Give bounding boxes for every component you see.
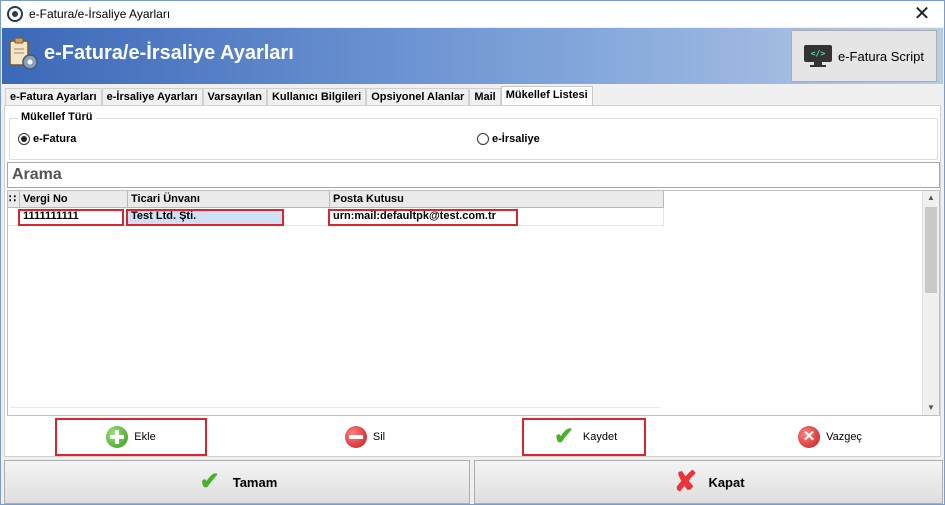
x-icon: ✕ — [798, 426, 821, 448]
ok-label: Tamam — [232, 474, 278, 490]
scroll-thumb[interactable] — [925, 207, 937, 293]
radio-efatura-indicator[interactable] — [18, 133, 30, 145]
efatura-script-label: e-Fatura Script — [838, 48, 924, 64]
cell-posta-kutusu[interactable]: urn:mail:defaultpk@test.com.tr — [328, 208, 664, 226]
column-header-ticari-unvan[interactable]: Ticari Ünvanı — [128, 191, 330, 208]
delete-button[interactable]: Sil — [305, 418, 425, 456]
save-button[interactable]: ✔ Kaydet — [522, 418, 646, 456]
efatura-script-button[interactable]: </> e-Fatura Script — [791, 30, 937, 82]
radio-eirsaliye[interactable]: e-İrsaliye — [477, 133, 540, 145]
scroll-down-icon[interactable]: ▼ — [923, 401, 939, 415]
scroll-up-icon[interactable]: ▲ — [923, 191, 939, 205]
cancel-label: Vazgeç — [826, 431, 862, 443]
plus-icon — [106, 426, 129, 448]
monitor-code-icon: </> — [804, 45, 832, 67]
x-icon: ✘ — [673, 466, 698, 497]
tab-mukellef-listesi[interactable]: Mükellef Listesi — [500, 86, 593, 107]
delete-label: Sil — [372, 431, 386, 443]
vertical-scrollbar[interactable]: ▲ ▼ — [922, 191, 939, 415]
radio-efatura[interactable]: e-Fatura — [18, 133, 76, 145]
taxpayer-grid: ∷ Vergi No Ticari Ünvanı Posta Kutusu 11… — [7, 190, 940, 416]
save-label: Kaydet — [582, 431, 618, 443]
column-header-vergi-no[interactable]: Vergi No — [20, 191, 128, 208]
header-banner: e-Fatura/e-İrsaliye Ayarları </> e-Fatur… — [2, 28, 943, 84]
column-header-posta-kutusu[interactable]: Posta Kutusu — [330, 191, 664, 208]
search-box[interactable]: Arama — [7, 162, 940, 188]
main-window: e-Fatura/e-İrsaliye Ayarları ✕ e-Fatura/… — [0, 0, 945, 505]
row-indicator-header: ∷ — [8, 191, 20, 208]
taxpayer-type-group: Mükellef Türü e-Fatura e-İrsaliye — [9, 111, 938, 160]
cell-ticari-unvan[interactable]: Test Ltd. Şti. — [126, 208, 330, 226]
title-bar: e-Fatura/e-İrsaliye Ayarları ✕ — [1, 1, 944, 27]
page-title: e-Fatura/e-İrsaliye Ayarları — [44, 42, 294, 64]
window-title: e-Fatura/e-İrsaliye Ayarları — [29, 7, 171, 21]
check-icon: ✔ — [553, 423, 574, 450]
close-icon[interactable]: ✕ — [908, 3, 936, 25]
cell-vergi-no[interactable]: 1111111111 — [18, 208, 128, 226]
add-label: Ekle — [134, 431, 156, 443]
close-label: Kapat — [708, 474, 745, 490]
ok-button[interactable]: ✔ Tamam — [4, 460, 470, 504]
close-button[interactable]: ✘ Kapat — [474, 460, 943, 504]
table-row[interactable]: 1111111111 Test Ltd. Şti. urn:mail:defau… — [8, 208, 664, 226]
cancel-button[interactable]: ✕ Vazgeç — [765, 418, 895, 456]
radio-efatura-label: e-Fatura — [33, 133, 77, 145]
app-icon — [7, 6, 23, 22]
radio-eirsaliye-indicator[interactable] — [477, 133, 489, 145]
tab-panel: Mükellef Türü e-Fatura e-İrsaliye Arama … — [4, 105, 941, 457]
minus-icon — [344, 426, 367, 448]
radio-eirsaliye-label: e-İrsaliye — [492, 133, 540, 145]
grid-actions: Ekle Sil ✔ Kaydet ✕ Vazgeç — [5, 418, 940, 456]
settings-icon — [9, 37, 38, 70]
check-icon: ✔ — [199, 468, 220, 495]
tab-strip: e-Fatura Ayarları e-İrsaliye Ayarları Va… — [5, 86, 593, 107]
taxpayer-type-legend: Mükellef Türü — [18, 111, 96, 123]
grid-header: ∷ Vergi No Ticari Ünvanı Posta Kutusu — [8, 191, 664, 208]
grid-horizontal-line — [10, 407, 660, 408]
add-button[interactable]: Ekle — [55, 418, 207, 456]
